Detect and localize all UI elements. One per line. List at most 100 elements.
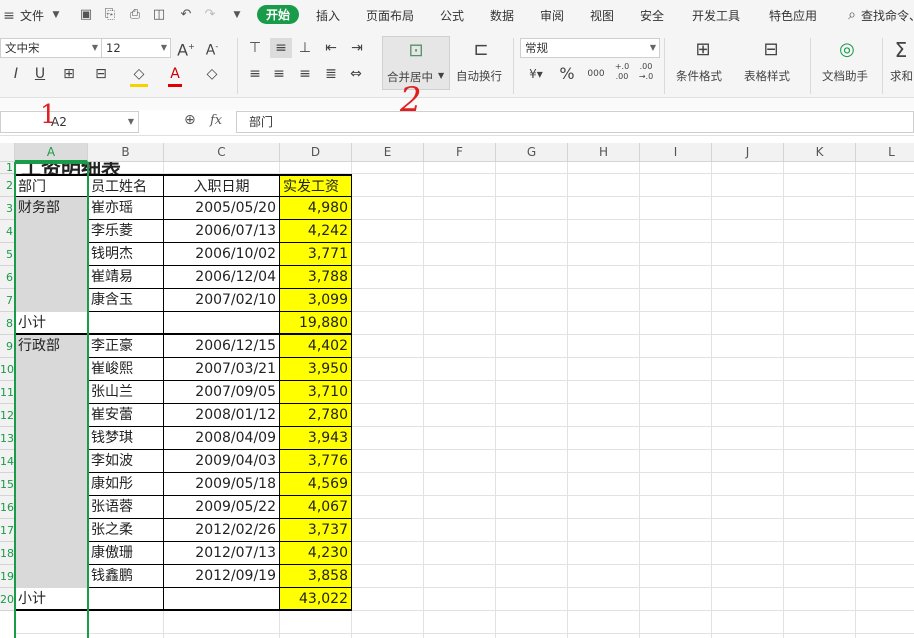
column-header-k[interactable]: K — [784, 143, 856, 162]
table-cell[interactable]: 李正豪 — [88, 335, 164, 358]
increase-font-icon[interactable]: A+ — [176, 37, 196, 60]
table-cell[interactable]: 财务部 — [15, 197, 88, 220]
table-cell[interactable]: 2012/07/13 — [164, 542, 280, 565]
print-icon[interactable]: ⎙ — [126, 6, 144, 24]
hamburger-icon[interactable]: ≡ — [0, 7, 18, 25]
table-cell[interactable]: 2009/05/18 — [164, 473, 280, 496]
row-header[interactable]: 18 — [0, 542, 15, 565]
table-cell[interactable]: 2007/03/21 — [164, 358, 280, 381]
table-cell[interactable] — [15, 565, 88, 588]
table-cell[interactable]: 3,776 — [280, 450, 352, 473]
table-cell[interactable]: 钱梦琪 — [88, 427, 164, 450]
table-cell[interactable]: 4,980 — [280, 197, 352, 220]
table-cell[interactable]: 崔安蕾 — [88, 404, 164, 427]
table-cell[interactable]: 3,099 — [280, 289, 352, 312]
align-bottom-icon[interactable]: ⊥ — [296, 38, 314, 58]
table-cell[interactable] — [15, 473, 88, 496]
row-header[interactable]: 17 — [0, 519, 15, 542]
wrap-text-button[interactable]: ⊏ 自动换行 — [454, 36, 510, 90]
tab-developer[interactable]: 开发工具 — [692, 7, 740, 24]
table-cell[interactable]: 3,710 — [280, 381, 352, 404]
table-cell[interactable]: 康含玉 — [88, 289, 164, 312]
search-icon[interactable]: ⌕ — [843, 6, 861, 24]
table-cell[interactable] — [88, 312, 164, 335]
table-cell[interactable]: 2006/07/13 — [164, 220, 280, 243]
table-cell[interactable]: 张语蓉 — [88, 496, 164, 519]
row-header[interactable]: 16 — [0, 496, 15, 519]
column-header-l[interactable]: L — [856, 143, 914, 162]
name-box[interactable]: A2 ▼ — [0, 111, 139, 133]
table-cell[interactable] — [15, 266, 88, 289]
table-cell[interactable]: 3,788 — [280, 266, 352, 289]
column-header-h[interactable]: H — [568, 143, 640, 162]
table-cell[interactable] — [164, 588, 280, 611]
percent-icon[interactable]: % — [556, 64, 578, 84]
table-cell[interactable]: 2007/09/05 — [164, 381, 280, 404]
sum-button[interactable]: Σ 求和 — [888, 36, 914, 90]
thousands-separator-icon[interactable]: 000 — [584, 64, 608, 84]
align-top-icon[interactable]: ⊤ — [246, 38, 264, 58]
table-cell[interactable]: 崔靖易 — [88, 266, 164, 289]
italic-icon[interactable]: I — [8, 64, 24, 84]
font-name-combo[interactable]: 文中宋 ▼ — [0, 38, 102, 58]
zoom-search-icon[interactable]: ⊕ — [184, 112, 196, 128]
table-cell[interactable]: 4,067 — [280, 496, 352, 519]
table-cell[interactable]: 3,858 — [280, 565, 352, 588]
table-cell[interactable]: 钱明杰 — [88, 243, 164, 266]
row-header[interactable]: 7 — [0, 289, 15, 312]
table-cell[interactable]: 3,771 — [280, 243, 352, 266]
tab-special-apps[interactable]: 特色应用 — [769, 7, 817, 24]
table-cell[interactable]: 李如波 — [88, 450, 164, 473]
table-cell[interactable]: 4,569 — [280, 473, 352, 496]
table-cell[interactable]: 4,242 — [280, 220, 352, 243]
row-header[interactable]: 19 — [0, 565, 15, 588]
align-middle-icon[interactable]: ≡ — [270, 38, 292, 58]
table-cell[interactable]: 2007/02/10 — [164, 289, 280, 312]
table-cell[interactable] — [15, 220, 88, 243]
file-menu[interactable]: 文件 — [20, 7, 44, 24]
table-cell[interactable]: 2009/05/22 — [164, 496, 280, 519]
column-header-a[interactable]: A — [15, 143, 88, 162]
column-header-b[interactable]: B — [88, 143, 164, 162]
column-header-c[interactable]: C — [164, 143, 280, 162]
table-cell[interactable]: 钱鑫鹏 — [88, 565, 164, 588]
row-header[interactable]: 15 — [0, 473, 15, 496]
row-header[interactable]: 11 — [0, 381, 15, 404]
outdent-icon[interactable]: ⇤ — [322, 38, 340, 58]
indent-icon[interactable]: ⇥ — [348, 38, 366, 58]
fx-icon[interactable]: fx — [210, 113, 222, 128]
sheet-title[interactable]: 工资明细表 — [15, 162, 350, 174]
search-command[interactable]: 查找命令、 — [861, 7, 914, 24]
row-header[interactable]: 9 — [0, 335, 15, 358]
align-left-icon[interactable]: ≡ — [246, 64, 264, 84]
formula-input[interactable]: 部门 — [236, 111, 914, 133]
row-header[interactable]: 5 — [0, 243, 15, 266]
table-cell[interactable]: 2008/04/09 — [164, 427, 280, 450]
column-header-d[interactable]: D — [280, 143, 352, 162]
table-cell[interactable]: 张之柔 — [88, 519, 164, 542]
customize-chevron-icon[interactable]: ▼ — [228, 6, 246, 24]
table-cell[interactable]: 张山兰 — [88, 381, 164, 404]
chevron-down-icon[interactable]: ▼ — [47, 6, 65, 24]
font-color-icon[interactable]: A — [168, 64, 182, 87]
table-cell[interactable]: 43,022 — [280, 588, 352, 611]
table-cell[interactable]: 康傲珊 — [88, 542, 164, 565]
decrease-decimal-icon[interactable]: .00 →.0 — [636, 62, 656, 82]
table-cell[interactable] — [88, 588, 164, 611]
row-header[interactable]: 6 — [0, 266, 15, 289]
row-header[interactable]: 13 — [0, 427, 15, 450]
tab-insert[interactable]: 插入 — [316, 7, 340, 24]
table-cell[interactable] — [15, 358, 88, 381]
table-cell[interactable]: 3,737 — [280, 519, 352, 542]
number-format-combo[interactable]: 常规 ▼ — [520, 38, 660, 58]
table-cell[interactable]: 2008/01/12 — [164, 404, 280, 427]
table-header-cell[interactable]: 部门 — [15, 174, 88, 197]
table-cell[interactable]: 崔亦瑶 — [88, 197, 164, 220]
table-cell[interactable] — [15, 427, 88, 450]
distributed-icon[interactable]: ⇔ — [346, 64, 366, 84]
table-style-button[interactable]: ⊟ 表格样式 — [740, 36, 804, 90]
column-header-g[interactable]: G — [496, 143, 568, 162]
export-icon[interactable]: ⎘ — [101, 6, 119, 24]
row-header[interactable]: 2 — [0, 174, 15, 197]
row-header[interactable]: 4 — [0, 220, 15, 243]
